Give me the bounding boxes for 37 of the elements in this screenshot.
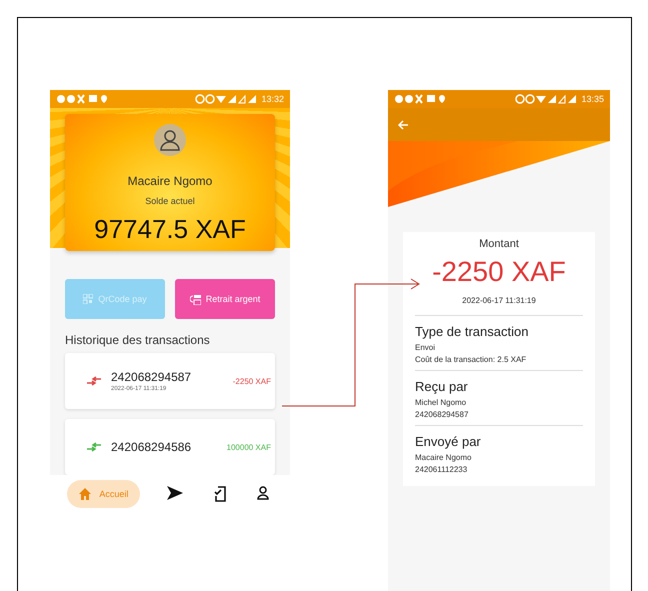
transaction-number: 242068294586 [111, 440, 192, 454]
balance-label: Solde actuel [145, 196, 195, 206]
profile-icon [256, 486, 269, 500]
exchange-icon [87, 376, 101, 386]
history-title: Historique des transactions [65, 333, 211, 347]
qr-code-icon [83, 294, 94, 304]
withdraw-button[interactable]: Retrait argent [175, 279, 275, 319]
user-name: Macaire Ngomo [128, 174, 212, 188]
amount-label: Montant [478, 238, 520, 250]
home-nav-item[interactable]: Accueil [67, 480, 140, 508]
back-arrow-icon[interactable] [398, 120, 408, 130]
avatar-icon [154, 124, 186, 156]
transaction-amount: 100000 XAF [226, 442, 271, 452]
section-detail: Envoi [415, 343, 436, 352]
signal-battery-icons-drawing [195, 94, 258, 104]
section-title: Type de transaction [415, 324, 530, 339]
exchange-icon [87, 442, 101, 452]
section-detail: Macaire Ngomo [415, 453, 472, 462]
status-time: 13:35 [581, 94, 604, 104]
transaction-amount: -2250 XAF [431, 256, 567, 288]
transaction-amount: -2250 XAF [232, 376, 271, 386]
section-title: Reçu par [415, 379, 469, 394]
home-icon [79, 488, 92, 500]
transaction-card[interactable]: 242068294586 100000 XAF [65, 419, 275, 475]
section-detail: 242061112233 [415, 465, 468, 474]
cash-icon [190, 294, 201, 304]
transaction-date: 2022-06-17 11:31:19 [461, 296, 537, 307]
signal-battery-icons-drawing [515, 94, 578, 104]
phone-check-icon [214, 486, 226, 502]
section-title: Envoyé par [415, 434, 482, 449]
section-detail: Coût de la transaction: 2.5 XAF [415, 355, 528, 364]
balance-amount: 97747.5 XAF [94, 214, 246, 245]
status-time: 13:32 [261, 94, 284, 104]
send-icon [167, 486, 184, 500]
section-detail: 242068294587 [415, 410, 470, 419]
transaction-number: 242068294587 [111, 370, 192, 384]
section-detail: Michel Ngomo [415, 398, 468, 407]
